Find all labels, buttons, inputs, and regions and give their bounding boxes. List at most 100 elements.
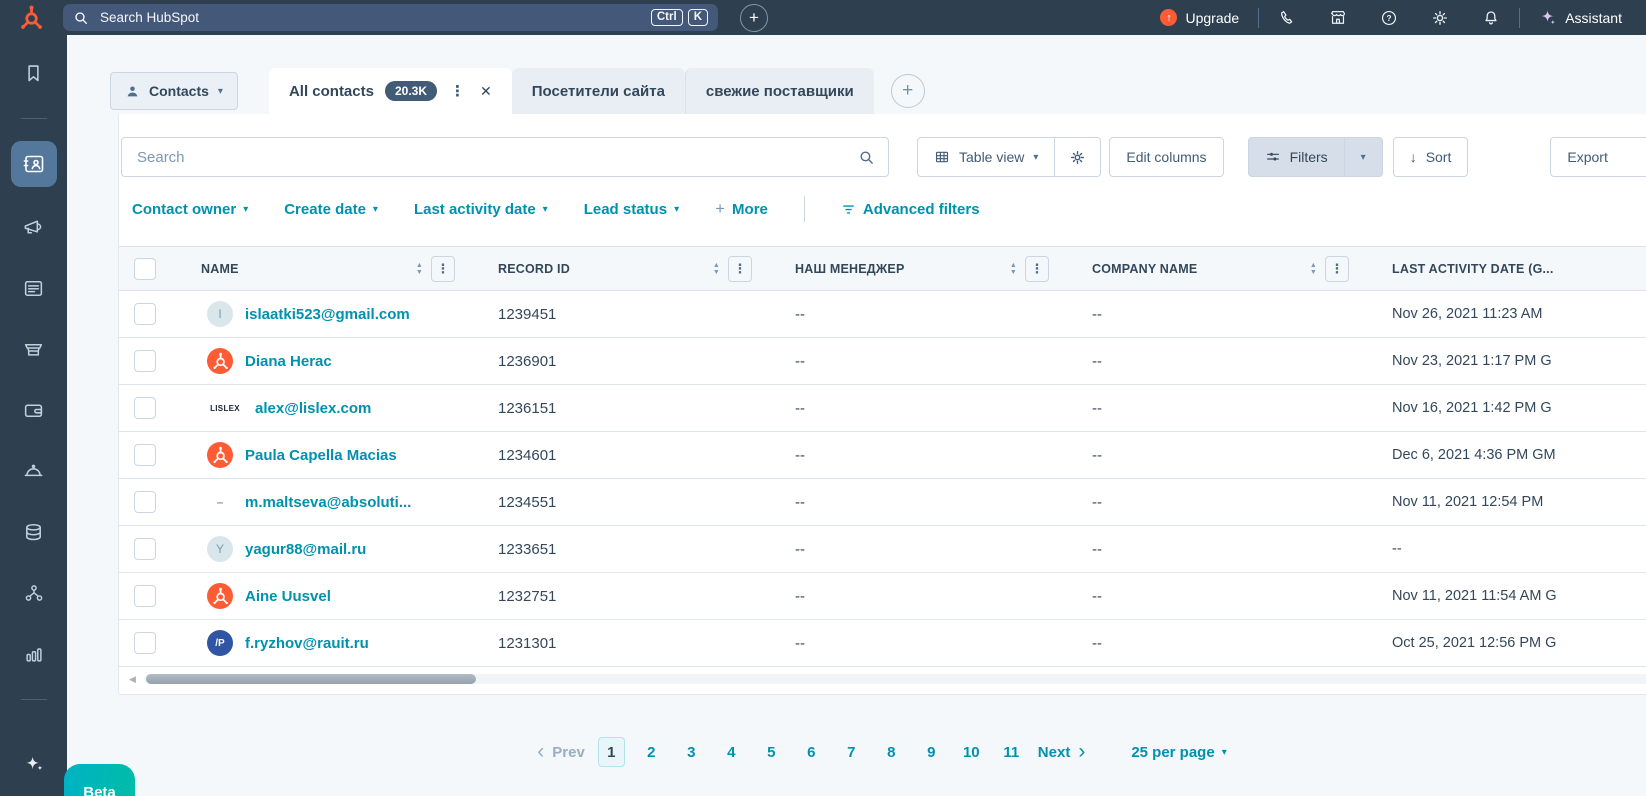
page-number-button[interactable]: 10 — [958, 737, 985, 767]
automations-icon[interactable] — [16, 575, 52, 611]
page-number-button[interactable]: 2 — [638, 737, 665, 767]
tab-options-kebab-icon[interactable]: ⋮ — [448, 82, 467, 100]
data-management-icon[interactable] — [16, 514, 52, 550]
beta-badge-button[interactable]: Beta — [64, 764, 135, 796]
table-row[interactable]: Y yagur88@mail.ru 1233651 -- -- -- — [119, 526, 1646, 573]
tab-fresh-suppliers[interactable]: свежие поставщики — [684, 68, 874, 114]
advanced-filters-button[interactable]: Advanced filters — [841, 201, 980, 218]
table-view-button[interactable]: Table view ▾ — [917, 137, 1056, 177]
page-number-button[interactable]: 7 — [838, 737, 865, 767]
column-options-kebab-icon[interactable]: ⋮ — [1025, 255, 1049, 282]
scrollbar-thumb[interactable] — [146, 674, 476, 684]
chevron-down-icon: ▾ — [674, 203, 680, 215]
edit-columns-button[interactable]: Edit columns — [1109, 137, 1224, 177]
page-number-button[interactable]: 6 — [798, 737, 825, 767]
sort-arrows-icon[interactable]: ▲ ▼ — [713, 262, 720, 276]
table-row[interactable]: – m.maltseva@absoluti... 1234551 -- -- N… — [119, 479, 1646, 526]
row-checkbox[interactable] — [134, 538, 156, 560]
table-row[interactable]: LISLEX alex@lislex.com 1236151 -- -- Nov… — [119, 385, 1646, 432]
service-icon[interactable] — [16, 453, 52, 489]
table-row[interactable]: /P f.ryzhov@rauit.ru 1231301 -- -- Oct 2… — [119, 620, 1646, 667]
next-page-button[interactable]: Next › — [1038, 741, 1086, 762]
filters-divider — [803, 196, 805, 222]
sparkle-icon — [1539, 9, 1556, 26]
help-icon[interactable]: ? — [1380, 9, 1398, 27]
contact-name-link[interactable]: Diana Herac — [245, 353, 332, 370]
column-options-kebab-icon[interactable]: ⋮ — [1325, 255, 1349, 282]
page-number-button[interactable]: 11 — [998, 737, 1025, 767]
page-number-button[interactable]: 1 — [597, 737, 625, 767]
filters-dropdown-button[interactable]: ▾ — [1344, 137, 1383, 177]
row-checkbox[interactable] — [134, 632, 156, 654]
contacts-search-field[interactable] — [121, 137, 889, 177]
tab-close-icon[interactable]: ✕ — [480, 83, 492, 100]
page-number-button[interactable]: 5 — [758, 737, 785, 767]
prev-page-button[interactable]: ‹ Prev — [537, 741, 585, 762]
export-button[interactable]: Export — [1550, 137, 1646, 177]
horizontal-scrollbar[interactable]: ◀ — [129, 673, 1646, 685]
contact-name-link[interactable]: yagur88@mail.ru — [245, 541, 366, 558]
sort-arrows-icon[interactable]: ▲ ▼ — [1310, 262, 1317, 276]
object-switcher-button[interactable]: Contacts ▾ — [110, 72, 238, 110]
bookmarks-icon[interactable] — [16, 55, 52, 91]
record-id-value: 1234601 — [498, 446, 557, 464]
more-filters-button[interactable]: + More — [715, 199, 768, 219]
quick-filter-dropdown[interactable]: Lead status ▾ — [584, 201, 679, 218]
notifications-icon[interactable] — [1482, 9, 1500, 27]
global-search[interactable]: Ctrl K — [63, 4, 718, 31]
payments-icon[interactable] — [16, 392, 52, 428]
contact-name-link[interactable]: m.maltseva@absoluti... — [245, 494, 411, 511]
sort-button[interactable]: ↓ Sort — [1392, 137, 1469, 177]
per-page-selector[interactable]: 25 per page ▾ — [1131, 744, 1226, 761]
tab-site-visitors[interactable]: Посетители сайта — [511, 68, 685, 114]
contact-name-link[interactable]: Aine Uusvel — [245, 588, 331, 605]
table-row[interactable]: Aine Uusvel 1232751 -- -- Nov 11, 2021 1… — [119, 573, 1646, 620]
copilot-sparkle-icon[interactable] — [16, 746, 52, 782]
row-checkbox[interactable] — [134, 491, 156, 513]
quick-filter-dropdown[interactable]: Create date ▾ — [284, 201, 378, 218]
scroll-left-arrow-icon[interactable]: ◀ — [129, 674, 136, 685]
upgrade-button[interactable]: ↑ Upgrade — [1160, 9, 1239, 26]
quick-filter-dropdown[interactable]: Contact owner ▾ — [132, 201, 248, 218]
table-row[interactable]: Paula Capella Macias 1234601 -- -- Dec 6… — [119, 432, 1646, 479]
select-all-checkbox[interactable] — [134, 257, 156, 280]
row-checkbox[interactable] — [134, 397, 156, 419]
hubspot-logo-icon[interactable] — [17, 4, 44, 31]
global-search-input[interactable] — [98, 9, 642, 26]
column-options-kebab-icon[interactable]: ⋮ — [431, 255, 455, 282]
calling-icon[interactable] — [1278, 9, 1296, 27]
marketing-icon[interactable] — [16, 209, 52, 245]
contact-name-link[interactable]: alex@lislex.com — [255, 400, 371, 417]
table-row[interactable]: Diana Herac 1236901 -- -- Nov 23, 2021 1… — [119, 338, 1646, 385]
column-options-kebab-icon[interactable]: ⋮ — [728, 255, 752, 282]
commerce-icon[interactable] — [16, 331, 52, 367]
contact-name-link[interactable]: islaatki523@gmail.com — [245, 306, 410, 323]
filters-button[interactable]: Filters — [1247, 137, 1345, 177]
view-settings-button[interactable] — [1055, 137, 1102, 177]
page-number-button[interactable]: 9 — [918, 737, 945, 767]
chevron-down-icon: ▾ — [1033, 151, 1039, 163]
page-number-button[interactable]: 4 — [718, 737, 745, 767]
row-checkbox[interactable] — [134, 350, 156, 372]
settings-icon[interactable] — [1431, 9, 1449, 27]
marketplace-icon[interactable] — [1329, 9, 1347, 27]
tab-all-contacts[interactable]: All contacts 20.3K ⋮ ✕ — [268, 68, 512, 114]
content-icon[interactable] — [16, 270, 52, 306]
add-view-button[interactable]: + — [890, 74, 925, 108]
sort-arrows-icon[interactable]: ▲ ▼ — [1010, 262, 1017, 276]
quick-filter-dropdown[interactable]: Last activity date ▾ — [414, 201, 548, 218]
row-checkbox[interactable] — [134, 303, 156, 325]
row-checkbox[interactable] — [134, 444, 156, 466]
create-button[interactable]: + — [740, 3, 768, 32]
row-checkbox[interactable] — [134, 585, 156, 607]
contact-name-link[interactable]: f.ryzhov@rauit.ru — [245, 635, 369, 652]
crm-contacts-icon[interactable] — [10, 141, 57, 187]
page-number-button[interactable]: 8 — [878, 737, 905, 767]
reporting-icon[interactable] — [16, 636, 52, 672]
contact-name-link[interactable]: Paula Capella Macias — [245, 447, 397, 464]
contacts-search-input[interactable] — [135, 147, 858, 167]
assistant-button[interactable]: Assistant — [1539, 9, 1622, 26]
page-number-button[interactable]: 3 — [678, 737, 705, 767]
table-row[interactable]: I islaatki523@gmail.com 1239451 -- -- No… — [119, 291, 1646, 338]
sort-arrows-icon[interactable]: ▲ ▼ — [416, 262, 423, 276]
